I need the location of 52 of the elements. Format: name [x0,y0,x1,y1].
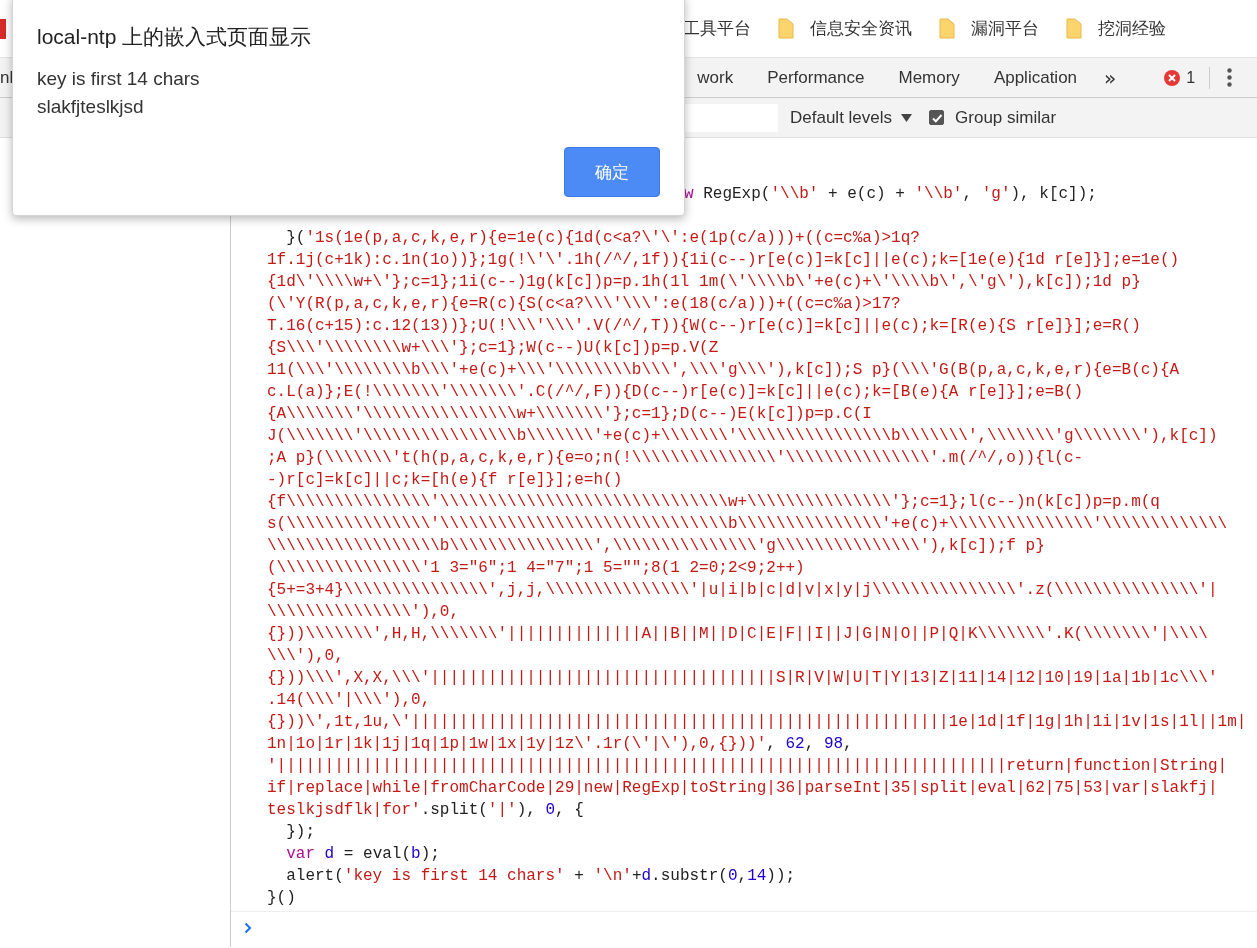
code-line: 1n|1o|1r|1k|1j|1q|1p|1w|1x|1y|1z\'.1r(\'|\'),0,{}))', 62, 98, [267,734,853,755]
caret-icon [901,113,913,122]
code-line: ;A p}(\\\\\\\'t(h(p,a,c,k,e,r){e=o;n(!\\\\\\\\\\\\\\\'\\\\\\\\\\\\\\\'.m(/^/,o)){l(c- [267,448,1084,469]
code-line: if|replace|while|fromCharCode|29|new|RegExp|toString|36|parseInt|35|split|eval|62|75|53|var|slakfj| [267,778,1218,799]
code-line: {1d\'\\\\w+\'};c=1};1i(c--)1g(k[c])p=p.1h(1l 1m(\'\\\\b\'+e(c)+\'\\\\b\',\'g\'),k[c]);1d p} [267,272,1141,293]
code-line: -)r[c]=k[c]||c;k=[h(e){f r[e]}];e=h() [267,470,623,491]
code-line: alert('key is first 14 chars' + '\n'+d.substr(0,14)); [285,866,796,887]
devtools-tab[interactable]: nl [0,59,31,96]
more-tabs-button[interactable]: » [1098,63,1123,92]
code-line: {5+=3+4}\\\\\\\\\\\\\\\',j,j,\\\\\\\\\\\\\\\'|u|i|b|c|d|v|x|y|j\\\\\\\\\\\\\\\'.z(\\\\\\\\\\\\\\\'| [267,580,1218,601]
code-line: '||||||||||||||||||||||||||||||||||||||||||||||||||||||||||||||||||||||||||||return|function|String| [267,756,1228,777]
devtools-tab[interactable]: Application [976,59,1095,96]
code-line: \\\'),0, [267,646,344,667]
code-line: T.16(c+15):c.12(13))};U(!\\\'\\\'.V(/^/,T)){W(c--)r[e(c)]=k[c]||e(c);k=[R(e){S r[e]}];e=R() [267,316,1141,337]
code-line: 1f.1j(c+1k):c.1n(1o))};1g(!\'\'.1h(/^/,1f)){1i(c--)r[e(c)]=k[c]||e(c);k=[1e(e){1d r[e]}];e=1e() [267,250,1180,271]
code-line: 11(\\\'\\\\\\\\b\\\'+e(c)+\\\'\\\\\\\\b\\\',\\\'g\\\'),k[c]);S p}(\\\'G(B(p,a,c,k,e,r){e=B(c){A [267,360,1180,381]
bookmark-link[interactable]: 挖洞经验 [1066,17,1166,40]
bookmark-link[interactable]: 信息安全资讯 [778,17,912,40]
devtools-tab[interactable]: Memory [881,59,977,96]
code-line: {}))\\\',X,X,\\\'||||||||||||||||||||||||||||||||||||S|R|V|W|U|T|Y|13|Z|11|14|12|10|19|1a|1b|1c\\\' [267,668,1218,689]
prompt-icon [244,922,252,934]
checkbox-label[interactable]: Group similar [955,107,1057,128]
code-line: teslkjsdflk|for'.split('|'), 0, { [267,800,584,821]
code-line: (\\\\\\\\\\\\\\\'1 3="6";1 4="7";1 5="";8(1 2=0;2<9;2++) [267,558,805,579]
code-line: {}))\\\\\\\',H,H,\\\\\\\'||||||||||||||A||B||M||D|C|E|F||I||J|G|N|O||P|Q|K\\\\\\\'.K(\\\\\\\'|\\\\ [267,624,1208,645]
code-line: {f\\\\\\\\\\\\\\\'\\\\\\\\\\\\\\\\\\\\\\\\\\\\\\w+\\\\\\\\\\\\\\\'};c=1};l(c--)n(k[c])p=p.m(q [267,492,1160,513]
checkbox[interactable] [929,110,945,125]
code-line: {S\\\'\\\\\\\\w+\\\'};c=1};W(c--)U(k[c])p=p.V(Z [267,338,719,359]
dialog-message: slakfjteslkjsd [37,95,145,119]
code-line: }); [285,822,315,843]
code-line: J(\\\\\\\'\\\\\\\\\\\\\\\\b\\\\\\\'+e(c)+\\\\\\\'\\\\\\\\\\\\\\\\b\\\\\\\',\\\\\\\'g\\\\\\\'),k[c]) [267,426,1218,447]
code-line: \\\\\\\\\\\\\\\\\\b\\\\\\\\\\\\\\\',\\\\\\\\\\\\\\\'g\\\\\\\\\\\\\\\'),k[c]);f p} [267,536,1045,557]
devtools-tab[interactable]: Performance [750,59,882,96]
code-line: s(\\\\\\\\\\\\\\\'\\\\\\\\\\\\\\\\\\\\\\\\\\\\\\b\\\\\\\\\\\\\\\'+e(c)+\\\\\\\\\\\\\\\'\\\\\\\\\\\\\ [267,514,1228,535]
code-line: \\\\\\\\\\\\\\\'),0, [267,602,460,623]
app-icon [0,18,6,39]
code-line: {A\\\\\\\'\\\\\\\\\\\\\\\\w+\\\\\\\'};c=1};D(c--)E(k[c])p=p.C(I [267,404,872,425]
dialog-title: local-ntp 上的嵌入式页面显示 [37,24,313,50]
dialog-message: key is first 14 chars [37,67,201,91]
error-icon [1164,69,1181,86]
code-line: c.L(a)};E(!\\\\\\\'\\\\\\\'.C(/^/,F)){D(c--)r[e(c)]=k[c]||e(c);k=[B(e){A r[e]}];e=B() [267,382,1084,403]
code-line: }('1s(1e(p,a,c,k,e,r){e=1e(c){1d(c<a?\'\':e(1p(c/a)))+((c=c%a)>1q? [285,228,920,249]
code-line: var d = eval(b); [285,844,440,865]
code-line: (\'Y(R(p,a,c,k,e,r){e=R(c){S(c<a?\\\'\\\':e(18(c/a)))+((c=c%a)>17? [267,294,901,315]
error-count[interactable]: 1 [1186,68,1196,87]
devtools-tab[interactable]: work [680,59,751,96]
code-line: {}))\',1t,1u,\'||||||||||||||||||||||||||||||||||||||||||||||||||||||||1e|1d|1f|1g|1h|1i|1v|1s|1l||1m| [267,712,1247,733]
levels-dropdown[interactable]: Default levels [790,105,913,130]
menu-icon[interactable] [1227,68,1233,87]
bookmark-link[interactable]: 漏洞平台 [939,17,1039,40]
code-line: .14(\\\'|\\\'),0, [267,690,431,711]
code-line: }() [267,888,296,909]
